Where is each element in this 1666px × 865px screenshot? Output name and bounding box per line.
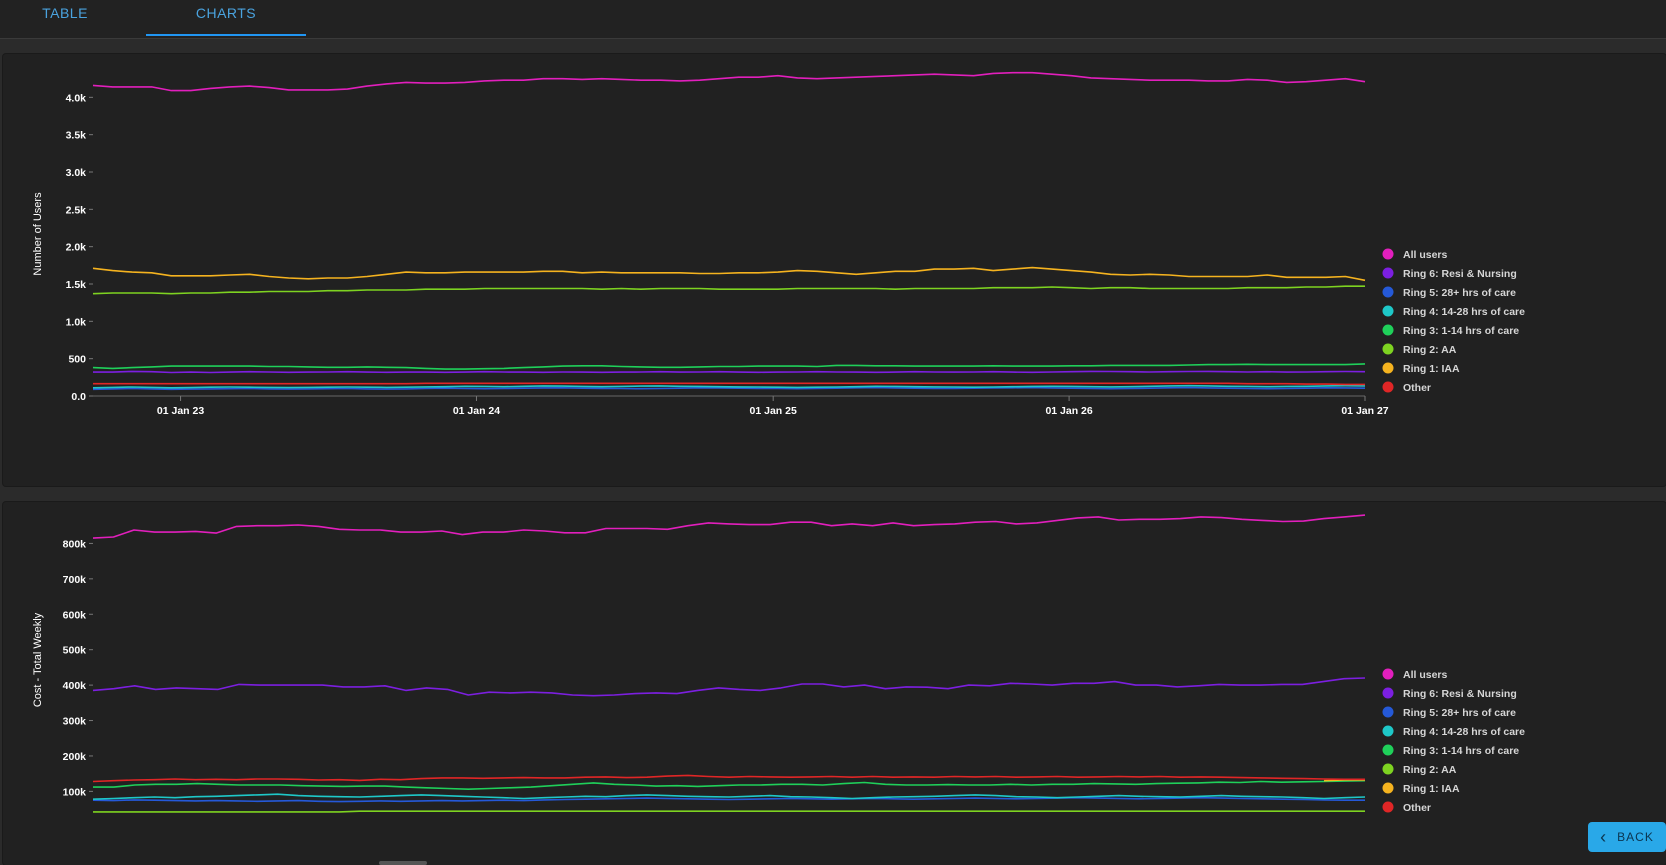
y-tick-label: 4.0k bbox=[66, 92, 87, 104]
chevron-left-icon: ‹ bbox=[1600, 827, 1608, 847]
series-line bbox=[92, 266, 1366, 282]
y-tick-label: 500 bbox=[68, 354, 86, 366]
legend-marker bbox=[1382, 706, 1394, 718]
y-tick-label: 1.0k bbox=[66, 316, 87, 328]
legend-marker bbox=[1382, 267, 1394, 279]
y-tick-label: 800k bbox=[63, 538, 87, 550]
x-tick-label: 01 Jan 23 bbox=[157, 405, 204, 417]
series-line bbox=[93, 810, 1365, 813]
legend-marker bbox=[1382, 305, 1394, 317]
legend-marker bbox=[1382, 362, 1394, 374]
legend-label: Ring 2: AA bbox=[1403, 344, 1457, 356]
back-button[interactable]: ‹ BACK bbox=[1588, 822, 1666, 852]
tab-bar: TABLE CHARTS bbox=[0, 0, 1666, 39]
series-line bbox=[92, 514, 1366, 539]
y-tick-label: 2.0k bbox=[66, 242, 87, 254]
series-line bbox=[92, 71, 1366, 92]
series-line bbox=[92, 796, 1365, 803]
series-line bbox=[1323, 779, 1365, 782]
legend-marker bbox=[1382, 725, 1394, 737]
y-axis-label: Cost - Total Weekly bbox=[32, 612, 44, 707]
y-tick-label: 600k bbox=[63, 609, 87, 621]
legend-marker bbox=[1382, 286, 1394, 298]
users-line-chart: 0.0 500 1.0k 1.5k 2.0k 2.5k 3.0k 3.5k 4.0k 01 Jan… bbox=[32, 71, 1525, 417]
tab-table-label: TABLE bbox=[42, 5, 88, 21]
cost-line-chart: 100k 200k 300k 400k 500k 600k 700k 800k Cost - T… bbox=[32, 514, 1525, 814]
active-tab-indicator bbox=[146, 34, 306, 36]
legend-marker bbox=[1382, 324, 1394, 336]
y-tick-label: 300k bbox=[63, 716, 87, 728]
legend-label: Ring 3: 1-14 hrs of care bbox=[1403, 745, 1519, 757]
horizontal-scrollbar-thumb[interactable] bbox=[379, 861, 427, 865]
y-tick-label: 500k bbox=[63, 645, 87, 657]
legend-label: Ring 1: IAA bbox=[1403, 363, 1460, 375]
legend-label: Other bbox=[1403, 382, 1431, 394]
series-line bbox=[93, 779, 1366, 790]
legend-label: Ring 5: 28+ hrs of care bbox=[1403, 707, 1516, 719]
legend-label: Ring 1: IAA bbox=[1403, 783, 1460, 795]
y-tick-label: 1.5k bbox=[66, 279, 87, 291]
cost-chart-panel: 100k 200k 300k 400k 500k 600k 700k 800k Cost - T… bbox=[3, 502, 1666, 865]
users-chart-panel: 0.0 500 1.0k 1.5k 2.0k 2.5k 3.0k 3.5k 4.0k 01 Jan… bbox=[3, 54, 1666, 486]
y-tick-label: 100k bbox=[63, 786, 87, 798]
x-tick-label: 01 Jan 26 bbox=[1045, 405, 1092, 417]
x-tick-label: 01 Jan 25 bbox=[750, 405, 797, 417]
y-tick-label: 400k bbox=[63, 680, 87, 692]
y-tick-label: 2.5k bbox=[66, 204, 87, 216]
tab-charts[interactable]: CHARTS bbox=[146, 0, 306, 36]
legend-label: Ring 4: 14-28 hrs of care bbox=[1403, 306, 1525, 318]
legend-label: Other bbox=[1403, 802, 1431, 814]
legend-marker bbox=[1382, 687, 1394, 699]
series-line bbox=[92, 677, 1366, 697]
legend-marker bbox=[1382, 668, 1394, 680]
legend-label: Ring 3: 1-14 hrs of care bbox=[1403, 325, 1519, 337]
series-line bbox=[92, 363, 1366, 370]
back-button-label: BACK bbox=[1617, 830, 1654, 844]
legend-label: Ring 6: Resi & Nursing bbox=[1403, 688, 1517, 700]
legend-marker bbox=[1382, 343, 1394, 355]
series-line bbox=[92, 285, 1365, 295]
series-line bbox=[93, 382, 1365, 386]
series-line bbox=[93, 370, 1366, 374]
legend-label: All users bbox=[1403, 669, 1448, 681]
tab-charts-label: CHARTS bbox=[195, 5, 257, 21]
y-tick-label: 200k bbox=[63, 751, 87, 763]
legend-marker bbox=[1382, 782, 1394, 794]
y-tick-label: 3.0k bbox=[66, 167, 87, 179]
y-tick-label: 0.0 bbox=[71, 391, 86, 403]
legend-label: Ring 5: 28+ hrs of care bbox=[1403, 287, 1516, 299]
x-tick-label: 01 Jan 27 bbox=[1341, 405, 1388, 417]
legend-marker bbox=[1382, 248, 1394, 260]
y-tick-label: 3.5k bbox=[66, 130, 87, 142]
y-axis-label: Number of Users bbox=[32, 192, 44, 276]
legend-marker bbox=[1382, 381, 1394, 393]
legend-marker bbox=[1382, 801, 1394, 813]
series-line bbox=[92, 774, 1365, 783]
legend-label: Ring 2: AA bbox=[1403, 764, 1457, 776]
legend-marker bbox=[1382, 744, 1394, 756]
tab-table[interactable]: TABLE bbox=[0, 0, 145, 36]
y-tick-label: 700k bbox=[63, 574, 87, 586]
legend-label: All users bbox=[1403, 249, 1448, 261]
legend-label: Ring 6: Resi & Nursing bbox=[1403, 268, 1517, 280]
legend-label: Ring 4: 14-28 hrs of care bbox=[1403, 726, 1525, 738]
legend-marker bbox=[1382, 763, 1394, 775]
x-tick-label: 01 Jan 24 bbox=[453, 405, 500, 417]
